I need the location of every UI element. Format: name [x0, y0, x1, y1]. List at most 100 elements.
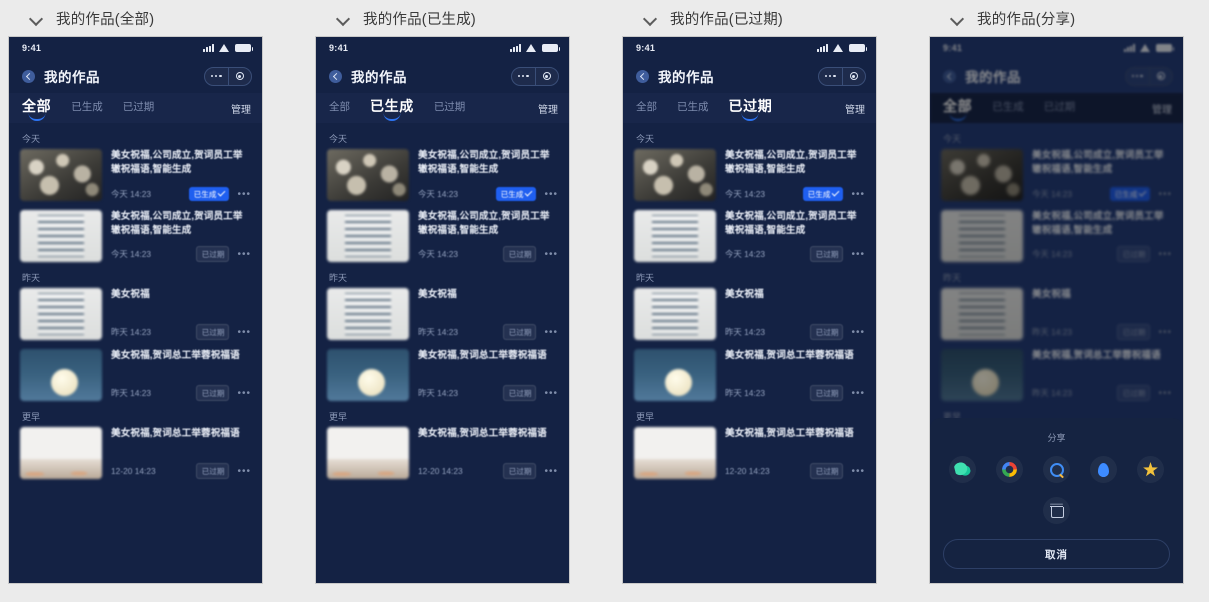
- tab-1[interactable]: 已生成: [370, 96, 414, 120]
- close-capsule-button[interactable]: [227, 67, 252, 85]
- more-dots-icon[interactable]: •••: [544, 327, 558, 338]
- more-dots-icon[interactable]: •••: [851, 249, 865, 260]
- share-icon-row: [943, 456, 1170, 483]
- item-title: 美女祝福,公司成立,贺词员工举辙祝福语,智能生成: [418, 211, 550, 236]
- close-capsule-button[interactable]: [841, 67, 866, 85]
- more-dots-icon[interactable]: •••: [851, 327, 865, 338]
- list-item[interactable]: 美女祝福 昨天 14:23 已过期 •••: [327, 288, 558, 340]
- item-meta: 昨天 14:23 已过期 •••: [111, 385, 251, 401]
- list-item[interactable]: 美女祝福,贺词总工举蓉祝福语 12-20 14:23 已过期 •••: [20, 427, 251, 479]
- group-title: 更早: [329, 412, 348, 422]
- manage-button[interactable]: 管理: [538, 101, 558, 116]
- list-item[interactable]: 美女祝福,贺词总工举蓉祝福语 昨天 14:23 已过期 •••: [634, 349, 865, 401]
- list-item[interactable]: 美女祝福,贺词总工举蓉祝福语 昨天 14:23 已过期 •••: [941, 349, 1172, 401]
- manage-button[interactable]: 管理: [845, 101, 865, 116]
- more-menu-button[interactable]: [1126, 68, 1149, 85]
- more-dots-icon[interactable]: •••: [1158, 189, 1172, 200]
- tab-0[interactable]: 全部: [636, 99, 657, 118]
- more-dots-icon[interactable]: •••: [237, 388, 251, 399]
- list-item[interactable]: 美女祝福,公司成立,贺词员工举辙祝福语,智能生成 今天 14:23 已过期 •••: [327, 210, 558, 262]
- share-target-star-icon[interactable]: [1137, 456, 1164, 483]
- tab-0[interactable]: 全部: [22, 96, 51, 120]
- more-menu-button[interactable]: [205, 68, 228, 85]
- item-thumbnail: [20, 288, 102, 340]
- close-capsule-button[interactable]: [1148, 67, 1173, 85]
- back-arrow-icon[interactable]: [943, 69, 956, 83]
- tab-2[interactable]: 已过期: [123, 99, 155, 118]
- list-item[interactable]: 美女祝福,公司成立,贺词员工举辙祝福语,智能生成 今天 14:23 已生成 •••: [941, 149, 1172, 201]
- share-target-search-icon[interactable]: [1043, 456, 1070, 483]
- page-title: 我的作品: [351, 70, 407, 85]
- close-capsule-button[interactable]: [534, 67, 559, 85]
- tab-1[interactable]: 已生成: [677, 99, 709, 118]
- item-title: 美女祝福,公司成立,贺词员工举辙祝福语,智能生成: [1032, 211, 1164, 236]
- manage-button[interactable]: 管理: [231, 101, 251, 116]
- list-item[interactable]: 美女祝福,贺词总工举蓉祝福语 12-20 14:23 已过期 •••: [327, 427, 558, 479]
- chevron-down-icon[interactable]: [337, 12, 350, 25]
- chevron-down-icon[interactable]: [951, 12, 964, 25]
- more-dots-icon[interactable]: •••: [1158, 388, 1172, 399]
- list-item[interactable]: 美女祝福,贺词总工举蓉祝福语 12-20 14:23 已过期 •••: [634, 427, 865, 479]
- back-arrow-icon[interactable]: [22, 69, 35, 83]
- status-badge-label: 已过期: [508, 388, 532, 398]
- more-menu-button[interactable]: [819, 68, 842, 85]
- more-dots-icon[interactable]: •••: [1158, 327, 1172, 338]
- tab-1[interactable]: 已生成: [992, 99, 1024, 118]
- list-item[interactable]: 美女祝福,公司成立,贺词员工举辙祝福语,智能生成 今天 14:23 已生成 •••: [327, 149, 558, 201]
- tab-2[interactable]: 已过期: [729, 96, 773, 120]
- item-thumbnail: [634, 288, 716, 340]
- tab-0[interactable]: 全部: [329, 99, 350, 118]
- back-arrow-icon[interactable]: [329, 69, 342, 83]
- share-target-wechat-icon[interactable]: [949, 456, 976, 483]
- list-item[interactable]: 美女祝福,公司成立,贺词员工举辙祝福语,智能生成 今天 14:23 已过期 •••: [20, 210, 251, 262]
- share-target-water-drop-icon[interactable]: [1090, 456, 1117, 483]
- phone-panel-1: 我的作品(已生成) 9:41 我的作品 全部 已生成 已过期 管理 今天 美女祝福,公司成立,贺…: [315, 0, 570, 602]
- more-dots-icon[interactable]: •••: [851, 189, 865, 200]
- manage-button[interactable]: 管理: [1152, 101, 1172, 116]
- more-dots-icon[interactable]: •••: [237, 327, 251, 338]
- list-item[interactable]: 美女祝福,公司成立,贺词员工举辙祝福语,智能生成 今天 14:23 已过期 •••: [941, 210, 1172, 262]
- back-arrow-icon[interactable]: [636, 69, 649, 83]
- more-dots-icon[interactable]: •••: [237, 249, 251, 260]
- list-item[interactable]: 美女祝福,公司成立,贺词员工举辙祝福语,智能生成 今天 14:23 已生成 •••: [634, 149, 865, 201]
- list-item[interactable]: 美女祝福,贺词总工举蓉祝福语 昨天 14:23 已过期 •••: [327, 349, 558, 401]
- status-badge: 已生成: [188, 187, 230, 201]
- list-item[interactable]: 美女祝福,贺词总工举蓉祝福语 昨天 14:23 已过期 •••: [20, 349, 251, 401]
- group-title: 昨天: [943, 273, 962, 283]
- water-drop-icon: [1098, 462, 1109, 477]
- share-sheet: 分享 取消: [930, 418, 1183, 583]
- chevron-down-icon[interactable]: [644, 12, 657, 25]
- item-body: 美女祝福 昨天 14:23 已过期 •••: [418, 288, 558, 340]
- ellipsis-icon: [824, 74, 836, 78]
- phone-frame: 9:41 我的作品 全部 已生成 已过期 管理 今天 美女祝福,公司成立,贺词员工举辙祝福语,…: [622, 36, 877, 584]
- item-timestamp: 昨天 14:23: [725, 388, 766, 398]
- list-item[interactable]: 美女祝福 昨天 14:23 已过期 •••: [941, 288, 1172, 340]
- more-dots-icon[interactable]: •••: [851, 388, 865, 399]
- more-dots-icon[interactable]: •••: [544, 189, 558, 200]
- more-dots-icon[interactable]: •••: [544, 388, 558, 399]
- status-icons: [510, 44, 560, 52]
- item-title: 美女祝福: [111, 289, 150, 300]
- more-dots-icon[interactable]: •••: [544, 249, 558, 260]
- more-dots-icon[interactable]: •••: [237, 466, 251, 477]
- tab-2[interactable]: 已过期: [1044, 99, 1076, 118]
- list-item[interactable]: 美女祝福,公司成立,贺词员工举辙祝福语,智能生成 今天 14:23 已过期 •••: [634, 210, 865, 262]
- tab-1[interactable]: 已生成: [71, 99, 103, 118]
- chevron-down-icon[interactable]: [30, 12, 43, 25]
- status-badge: 已生成: [802, 187, 844, 201]
- list-item[interactable]: 美女祝福 昨天 14:23 已过期 •••: [634, 288, 865, 340]
- share-target-google-photos-icon[interactable]: [996, 456, 1023, 483]
- tab-bar: 全部 已生成 已过期 管理: [930, 93, 1183, 123]
- list-item[interactable]: 美女祝福,公司成立,贺词员工举辙祝福语,智能生成 今天 14:23 已生成 •••: [20, 149, 251, 201]
- more-dots-icon[interactable]: •••: [544, 466, 558, 477]
- tab-2[interactable]: 已过期: [434, 99, 466, 118]
- cancel-button[interactable]: 取消: [943, 539, 1170, 569]
- item-title: 美女祝福,公司成立,贺词员工举辙祝福语,智能生成: [111, 211, 243, 236]
- more-dots-icon[interactable]: •••: [237, 189, 251, 200]
- tab-0[interactable]: 全部: [943, 96, 972, 120]
- more-dots-icon[interactable]: •••: [851, 466, 865, 477]
- more-dots-icon[interactable]: •••: [1158, 249, 1172, 260]
- more-menu-button[interactable]: [512, 68, 535, 85]
- list-item[interactable]: 美女祝福 昨天 14:23 已过期 •••: [20, 288, 251, 340]
- delete-button[interactable]: [1043, 497, 1070, 524]
